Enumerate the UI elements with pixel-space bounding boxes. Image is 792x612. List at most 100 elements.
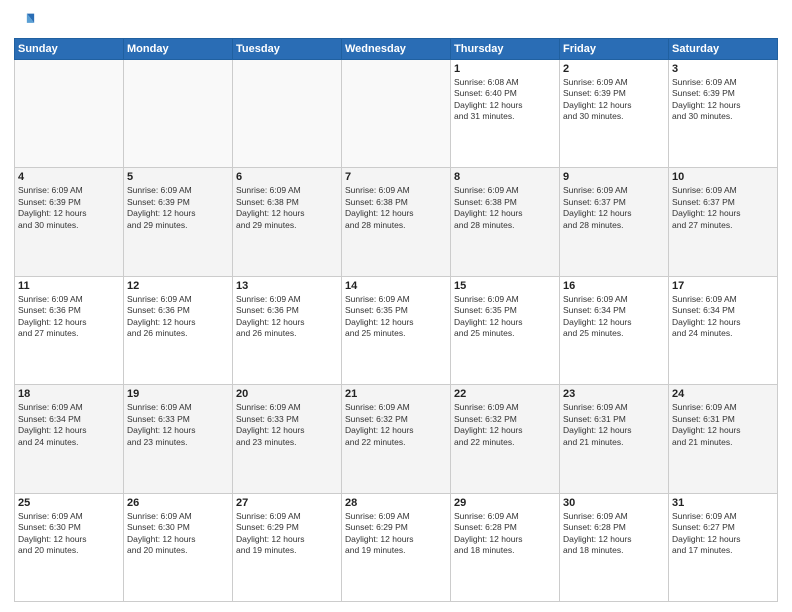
calendar-cell: 16 Sunrise: 6:09 AMSunset: 6:34 PMDayligh… [560,276,669,384]
calendar-cell: 19 Sunrise: 6:09 AMSunset: 6:33 PMDayligh… [124,385,233,493]
calendar-cell: 10 Sunrise: 6:09 AMSunset: 6:37 PMDayligh… [669,168,778,276]
day-info: Sunrise: 6:09 AMSunset: 6:27 PMDaylight:… [672,511,774,557]
day-number: 31 [672,497,774,509]
calendar-cell: 28 Sunrise: 6:09 AMSunset: 6:29 PMDayligh… [342,493,451,601]
calendar-week-5: 25 Sunrise: 6:09 AMSunset: 6:30 PMDayligh… [15,493,778,601]
day-number: 7 [345,171,447,183]
weekday-header-tuesday: Tuesday [233,39,342,60]
calendar-cell: 14 Sunrise: 6:09 AMSunset: 6:35 PMDayligh… [342,276,451,384]
day-number: 23 [563,388,665,400]
day-info: Sunrise: 6:09 AMSunset: 6:33 PMDaylight:… [127,402,229,448]
calendar-cell: 11 Sunrise: 6:09 AMSunset: 6:36 PMDayligh… [15,276,124,384]
calendar-cell: 5 Sunrise: 6:09 AMSunset: 6:39 PMDaylight… [124,168,233,276]
calendar-cell: 24 Sunrise: 6:09 AMSunset: 6:31 PMDayligh… [669,385,778,493]
day-number: 10 [672,171,774,183]
day-number: 22 [454,388,556,400]
day-info: Sunrise: 6:09 AMSunset: 6:39 PMDaylight:… [563,77,665,123]
day-number: 24 [672,388,774,400]
calendar-cell: 3 Sunrise: 6:09 AMSunset: 6:39 PMDaylight… [669,60,778,168]
day-number: 2 [563,63,665,75]
calendar-cell: 26Sunrise: 6:09 AMSunset: 6:30 PMDayligh… [124,493,233,601]
calendar-cell: 7 Sunrise: 6:09 AMSunset: 6:38 PMDaylight… [342,168,451,276]
day-number: 9 [563,171,665,183]
calendar-cell: 31 Sunrise: 6:09 AMSunset: 6:27 PMDayligh… [669,493,778,601]
day-info: Sunrise: 6:09 AMSunset: 6:33 PMDaylight:… [236,402,338,448]
calendar-cell: 15 Sunrise: 6:09 AMSunset: 6:35 PMDayligh… [451,276,560,384]
calendar-cell: 20 Sunrise: 6:09 AMSunset: 6:33 PMDayligh… [233,385,342,493]
day-number: 28 [345,497,447,509]
day-info: Sunrise: 6:09 AMSunset: 6:35 PMDaylight:… [454,294,556,340]
day-info: Sunrise: 6:09 AMSunset: 6:38 PMDaylight:… [236,185,338,231]
page: SundayMondayTuesdayWednesdayThursdayFrid… [0,0,792,612]
calendar-cell: 30Sunrise: 6:09 AMSunset: 6:28 PMDayligh… [560,493,669,601]
day-number: 1 [454,63,556,75]
calendar-cell: 2 Sunrise: 6:09 AMSunset: 6:39 PMDaylight… [560,60,669,168]
calendar-cell: 6 Sunrise: 6:09 AMSunset: 6:38 PMDaylight… [233,168,342,276]
day-number: 18 [18,388,120,400]
weekday-header-monday: Monday [124,39,233,60]
calendar-cell: 12 Sunrise: 6:09 AMSunset: 6:36 PMDayligh… [124,276,233,384]
calendar-cell: 23 Sunrise: 6:09 AMSunset: 6:31 PMDayligh… [560,385,669,493]
day-info: Sunrise: 6:09 AMSunset: 6:39 PMDaylight:… [18,185,120,231]
day-number: 19 [127,388,229,400]
day-info: Sunrise: 6:09 AMSunset: 6:35 PMDaylight:… [345,294,447,340]
day-info: Sunrise: 6:09 AMSunset: 6:31 PMDaylight:… [563,402,665,448]
calendar-cell: 22 Sunrise: 6:09 AMSunset: 6:32 PMDayligh… [451,385,560,493]
day-number: 5 [127,171,229,183]
day-number: 15 [454,280,556,292]
day-info: Sunrise: 6:09 AMSunset: 6:39 PMDaylight:… [127,185,229,231]
day-info: Sunrise: 6:09 AMSunset: 6:38 PMDaylight:… [345,185,447,231]
day-number: 27 [236,497,338,509]
calendar-cell: 9Sunrise: 6:09 AMSunset: 6:37 PMDaylight… [560,168,669,276]
calendar-cell: 17Sunrise: 6:09 AMSunset: 6:34 PMDayligh… [669,276,778,384]
calendar-cell: 4Sunrise: 6:09 AMSunset: 6:39 PMDaylight… [15,168,124,276]
day-number: 25 [18,497,120,509]
calendar-cell [233,60,342,168]
calendar-cell: 27 Sunrise: 6:09 AMSunset: 6:29 PMDayligh… [233,493,342,601]
calendar-cell [15,60,124,168]
day-info: Sunrise: 6:09 AMSunset: 6:32 PMDaylight:… [454,402,556,448]
calendar-week-1: 1Sunrise: 6:08 AMSunset: 6:40 PMDaylight… [15,60,778,168]
weekday-header-thursday: Thursday [451,39,560,60]
day-number: 26 [127,497,229,509]
day-info: Sunrise: 6:09 AMSunset: 6:34 PMDaylight:… [18,402,120,448]
header [14,10,778,32]
calendar-cell: 29Sunrise: 6:09 AMSunset: 6:28 PMDayligh… [451,493,560,601]
day-info: Sunrise: 6:09 AMSunset: 6:29 PMDaylight:… [345,511,447,557]
day-number: 11 [18,280,120,292]
weekday-header-saturday: Saturday [669,39,778,60]
day-info: Sunrise: 6:09 AMSunset: 6:28 PMDaylight:… [454,511,556,557]
day-info: Sunrise: 6:09 AMSunset: 6:39 PMDaylight:… [672,77,774,123]
calendar-cell: 1Sunrise: 6:08 AMSunset: 6:40 PMDaylight… [451,60,560,168]
day-info: Sunrise: 6:09 AMSunset: 6:30 PMDaylight:… [18,511,120,557]
calendar-table: SundayMondayTuesdayWednesdayThursdayFrid… [14,38,778,602]
day-info: Sunrise: 6:09 AMSunset: 6:32 PMDaylight:… [345,402,447,448]
calendar-cell: 18 Sunrise: 6:09 AMSunset: 6:34 PMDayligh… [15,385,124,493]
day-info: Sunrise: 6:09 AMSunset: 6:31 PMDaylight:… [672,402,774,448]
calendar-cell [342,60,451,168]
day-number: 14 [345,280,447,292]
weekday-header-wednesday: Wednesday [342,39,451,60]
calendar-cell: 25 Sunrise: 6:09 AMSunset: 6:30 PMDayligh… [15,493,124,601]
day-number: 30 [563,497,665,509]
calendar-cell [124,60,233,168]
day-info: Sunrise: 6:09 AMSunset: 6:36 PMDaylight:… [127,294,229,340]
weekday-header-row: SundayMondayTuesdayWednesdayThursdayFrid… [15,39,778,60]
calendar-cell: 13Sunrise: 6:09 AMSunset: 6:36 PMDayligh… [233,276,342,384]
day-info: Sunrise: 6:09 AMSunset: 6:36 PMDaylight:… [236,294,338,340]
weekday-header-sunday: Sunday [15,39,124,60]
day-info: Sunrise: 6:09 AMSunset: 6:29 PMDaylight:… [236,511,338,557]
calendar-cell: 21Sunrise: 6:09 AMSunset: 6:32 PMDayligh… [342,385,451,493]
calendar-cell: 8Sunrise: 6:09 AMSunset: 6:38 PMDaylight… [451,168,560,276]
day-number: 12 [127,280,229,292]
day-number: 20 [236,388,338,400]
day-number: 16 [563,280,665,292]
weekday-header-friday: Friday [560,39,669,60]
day-info: Sunrise: 6:09 AMSunset: 6:37 PMDaylight:… [672,185,774,231]
day-number: 6 [236,171,338,183]
day-number: 8 [454,171,556,183]
day-number: 3 [672,63,774,75]
day-info: Sunrise: 6:09 AMSunset: 6:36 PMDaylight:… [18,294,120,340]
day-info: Sunrise: 6:09 AMSunset: 6:34 PMDaylight:… [563,294,665,340]
logo-icon [14,10,36,32]
